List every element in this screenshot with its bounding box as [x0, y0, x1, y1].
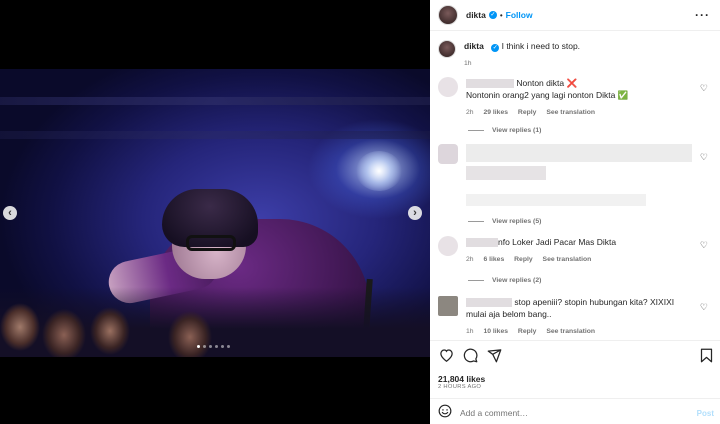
more-horizontal-icon[interactable]: ··· [695, 8, 710, 22]
comment-item: ♡ [438, 144, 718, 206]
separator-dot: • [499, 10, 503, 20]
post-time: 2 HOURS AGO [438, 384, 482, 390]
carousel-dot [209, 345, 212, 348]
comment-like-icon[interactable]: ♡ [700, 302, 708, 313]
caption-text: I think i need to stop. [501, 41, 581, 51]
divider [430, 30, 720, 31]
chevron-right-icon: › [413, 207, 417, 219]
view-replies-label: View replies (1) [492, 127, 542, 134]
view-replies-button[interactable]: View replies (1) [468, 127, 720, 134]
chevron-left-icon: ‹ [8, 207, 12, 219]
comment-likes[interactable]: 6 likes [483, 256, 504, 263]
carousel-dot [215, 345, 218, 348]
comment-like-icon[interactable]: ♡ [700, 152, 708, 163]
commenter-avatar[interactable] [438, 236, 458, 256]
avatar[interactable] [438, 40, 456, 58]
next-slide-button[interactable]: › [408, 206, 422, 220]
divider [430, 398, 720, 399]
carousel-dot [197, 345, 200, 348]
view-replies-button[interactable]: View replies (2) [468, 277, 720, 284]
emoji-icon[interactable] [438, 404, 452, 423]
commenter-avatar[interactable] [438, 77, 458, 97]
comment-item: nfo Loker Jadi Pacar Mas Dikta 2h 6 like… [438, 236, 718, 266]
comment-text: Nontonin orang2 yang lagi nonton Dikta ✅ [466, 90, 629, 100]
reply-button[interactable]: Reply [518, 328, 537, 335]
comment-like-icon[interactable]: ♡ [700, 240, 708, 251]
author-username[interactable]: dikta [466, 10, 486, 20]
previous-slide-button[interactable]: ‹ [3, 206, 17, 220]
comment-text: nfo Loker Jadi Pacar Mas Dikta [498, 237, 617, 247]
stage-spotlight [356, 151, 402, 191]
reply-button[interactable]: Reply [518, 109, 537, 116]
comment-time: 1h [466, 328, 474, 335]
comment-like-icon[interactable]: ♡ [700, 83, 708, 94]
see-translation-button[interactable]: See translation [546, 328, 595, 335]
carousel-dot [203, 345, 206, 348]
media-pane: ‹ › [0, 0, 430, 424]
comment-text: Nonton dikta ❌ [516, 78, 578, 88]
see-translation-button[interactable]: See translation [543, 256, 592, 263]
post-photo[interactable] [0, 69, 430, 357]
comment-time: 2h [466, 109, 474, 116]
verified-badge-icon: ✓ [488, 11, 497, 19]
comment-item: Nonton dikta ❌ Nontonin orang2 yang lagi… [438, 77, 718, 119]
comment-likes[interactable]: 10 likes [483, 328, 508, 335]
post-caption: dikta ✓ I think i need to stop. 1h [438, 40, 714, 70]
caption-time: 1h [464, 60, 472, 67]
verified-badge-icon: ✓ [491, 44, 500, 52]
caption-username[interactable]: dikta [464, 41, 484, 51]
see-translation-button[interactable]: See translation [546, 109, 595, 116]
post-comment-button[interactable]: Post [697, 409, 714, 418]
comment-likes[interactable]: 29 likes [483, 109, 508, 116]
commenter-avatar[interactable] [438, 296, 458, 316]
send-icon[interactable] [486, 347, 502, 363]
view-replies-button[interactable]: View replies (5) [468, 218, 720, 225]
likes-count[interactable]: 21,804 likes [438, 374, 485, 384]
reply-button[interactable]: Reply [514, 256, 533, 263]
comment-item: stop apeniii? stopin hubungan kita? XIXI… [438, 296, 718, 338]
redacted-username [466, 298, 512, 308]
redacted-comment [466, 144, 696, 206]
add-comment-input[interactable] [460, 408, 697, 418]
heart-icon[interactable] [438, 347, 454, 363]
redacted-username [466, 238, 498, 248]
comment-icon[interactable] [462, 347, 478, 363]
commenter-avatar[interactable] [438, 144, 458, 164]
avatar[interactable] [438, 5, 458, 25]
post-actions [438, 347, 714, 363]
carousel-indicator [197, 345, 230, 348]
stage-rig [0, 131, 430, 139]
divider [430, 340, 720, 341]
comments-panel: dikta ✓ • Follow ··· dikta ✓ I think i n… [430, 0, 720, 424]
view-replies-label: View replies (5) [492, 218, 542, 225]
redacted-username [466, 79, 514, 89]
comment-time: 2h [466, 256, 474, 263]
instagram-post-window: ‹ › dikta ✓ • Follow ··· dikta ✓ I think… [0, 0, 720, 424]
follow-button[interactable]: Follow [506, 10, 533, 20]
stage-rig [0, 97, 430, 105]
carousel-dot [227, 345, 230, 348]
singer-glasses [186, 235, 236, 251]
bookmark-icon[interactable] [698, 347, 714, 363]
post-header: dikta ✓ • Follow ··· [430, 0, 720, 30]
add-comment-bar: Post [438, 404, 714, 422]
view-replies-label: View replies (2) [492, 277, 542, 284]
carousel-dot [221, 345, 224, 348]
